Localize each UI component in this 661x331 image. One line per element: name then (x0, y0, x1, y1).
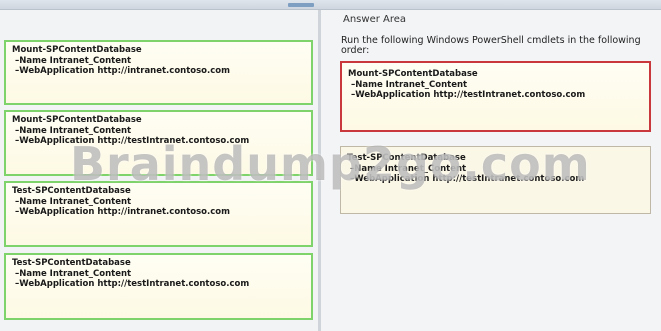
choice-card-mount-intranet[interactable]: Mount-SPContentDatabase –Name Intranet_C… (4, 40, 313, 105)
choice-card-test-intranet[interactable]: Test-SPContentDatabase –Name Intranet_Co… (4, 181, 313, 247)
pane-resize-handle[interactable] (288, 3, 314, 7)
webapplication-parameter: –WebApplication http://testIntranet.cont… (15, 136, 250, 146)
webapplication-parameter: –WebApplication http://testIntranet.cont… (351, 90, 586, 100)
webapplication-parameter: –WebApplication http://intranet.contoso.… (15, 66, 230, 76)
cmdlet-label: Mount-SPContentDatabase (12, 45, 142, 55)
answer-instructions: Run the following Windows PowerShell cmd… (341, 35, 641, 56)
answer-area-title: Answer Area (343, 14, 407, 25)
webapplication-parameter: –WebApplication http://intranet.contoso.… (15, 207, 230, 217)
cmdlet-label: Mount-SPContentDatabase (12, 115, 142, 125)
name-parameter: –Name Intranet_Content (351, 79, 468, 90)
answer-slot-1[interactable]: Mount-SPContentDatabase –Name Intranet_C… (340, 61, 651, 132)
cmdlet-label: Test-SPContentDatabase (347, 153, 466, 163)
name-parameter: –Name Intranet_Content (15, 196, 132, 207)
choice-card-mount-testintranet[interactable]: Mount-SPContentDatabase –Name Intranet_C… (4, 110, 313, 176)
answer-area-pane: Answer Area Run the following Windows Po… (321, 10, 661, 331)
cmdlet-label: Test-SPContentDatabase (12, 258, 131, 268)
cmdlet-label: Test-SPContentDatabase (12, 186, 131, 196)
cmdlet-label: Mount-SPContentDatabase (348, 69, 478, 79)
name-parameter: –Name Intranet_Content (350, 163, 467, 174)
name-parameter: –Name Intranet_Content (15, 268, 132, 279)
name-parameter: –Name Intranet_Content (15, 125, 132, 136)
webapplication-parameter: –WebApplication http://testIntranet.cont… (350, 174, 585, 184)
webapplication-parameter: –WebApplication http://testIntranet.cont… (15, 279, 250, 289)
name-parameter: –Name Intranet_Content (15, 55, 132, 66)
answer-slot-2[interactable]: Test-SPContentDatabase –Name Intranet_Co… (340, 146, 651, 214)
title-bar (0, 0, 661, 10)
choice-card-test-testintranet[interactable]: Test-SPContentDatabase –Name Intranet_Co… (4, 253, 313, 320)
